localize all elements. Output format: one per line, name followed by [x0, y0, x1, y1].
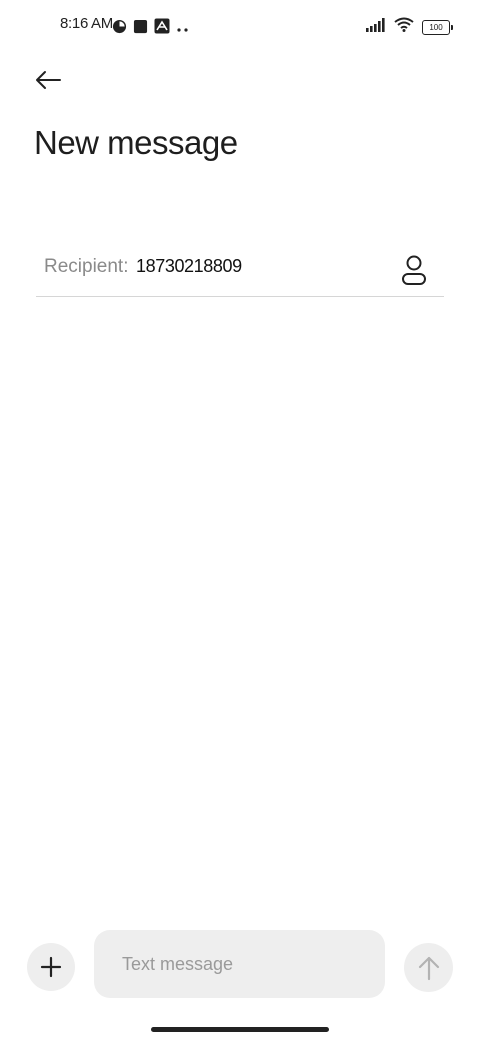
app-logo-icon — [154, 18, 170, 39]
send-button[interactable] — [404, 943, 453, 992]
status-time: 8:16 AM — [60, 15, 113, 32]
recipient-label: Recipient: — [44, 256, 129, 277]
square-app-icon — [133, 19, 148, 39]
battery-icon: 100 — [422, 19, 453, 35]
signal-icon — [366, 17, 386, 37]
plus-icon — [40, 956, 62, 978]
status-bar: 8:16 AM 100 — [0, 0, 480, 52]
arrow-up-icon — [418, 956, 439, 980]
message-input[interactable] — [94, 930, 385, 998]
recipient-value[interactable]: 18730218809 — [136, 256, 242, 277]
pie-chart-icon — [112, 19, 127, 39]
wifi-icon — [394, 17, 414, 37]
more-dots-icon — [176, 20, 190, 38]
attach-button[interactable] — [27, 943, 75, 991]
pick-contact-button[interactable] — [398, 252, 430, 288]
compose-bar — [0, 928, 480, 1000]
person-icon — [402, 255, 426, 285]
notification-icons — [112, 18, 190, 39]
back-button[interactable] — [28, 62, 68, 98]
home-indicator[interactable] — [151, 1027, 329, 1032]
recipient-field[interactable]: Recipient: 18730218809 — [36, 246, 444, 297]
system-icons: 100 — [366, 17, 453, 37]
page-title: New message — [34, 124, 238, 161]
arrow-left-icon — [36, 71, 61, 89]
